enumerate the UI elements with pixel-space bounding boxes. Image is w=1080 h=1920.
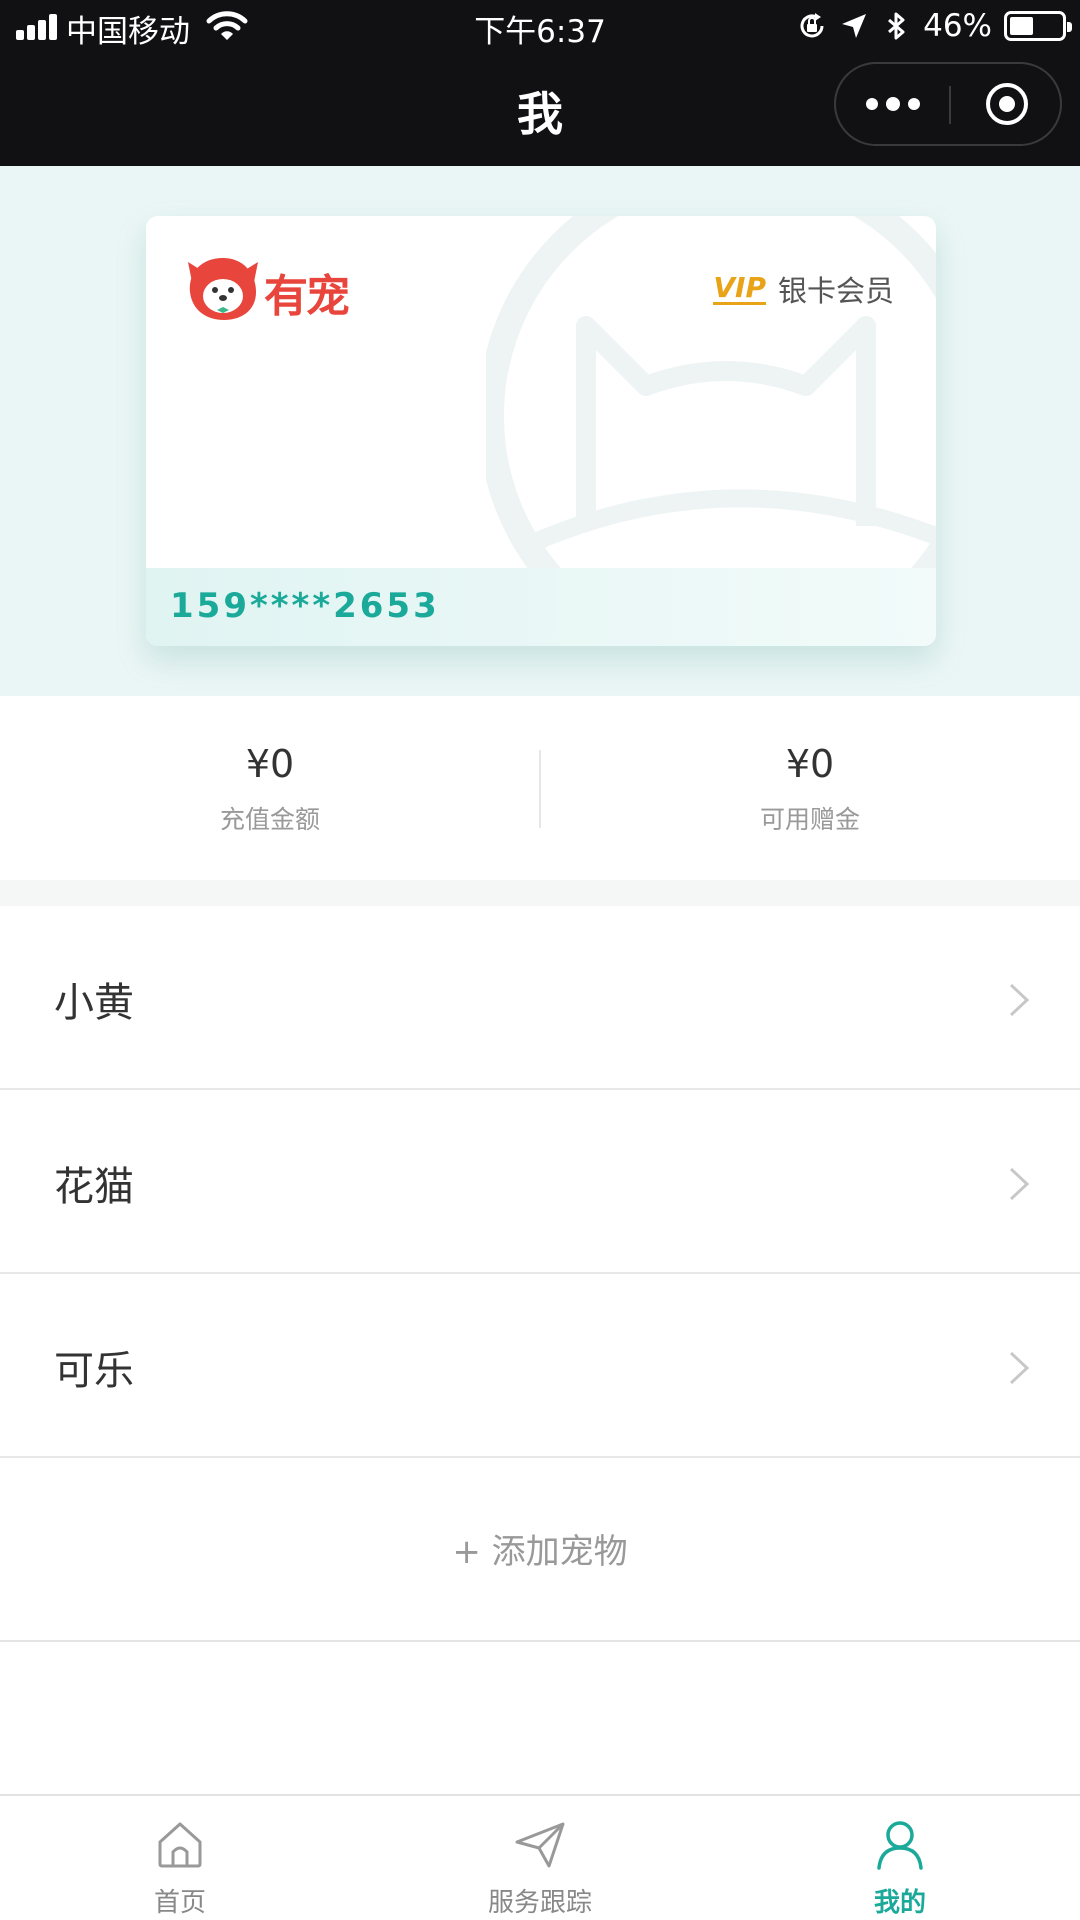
chevron-right-icon (1009, 983, 1030, 1017)
recharge-amount: ¥0 (245, 742, 295, 786)
pet-name: 小黄 (54, 980, 134, 1026)
user-icon (877, 1821, 923, 1870)
status-bar: 中国移动 下午6:37 46% (0, 0, 1080, 54)
tab-service-tracking[interactable]: 服务跟踪 (360, 1796, 720, 1920)
member-card[interactable]: 有宠 VIP 银卡会员 159****2653 (146, 216, 936, 646)
pet-name: 可乐 (54, 1348, 134, 1394)
home-icon (158, 1822, 202, 1868)
chevron-right-icon (1009, 1351, 1030, 1385)
vip-icon: VIP (713, 270, 766, 305)
battery-icon (1004, 11, 1072, 41)
tab-bar: 首页 服务跟踪 我的 (0, 1794, 1080, 1920)
bonus-amount: ¥0 (785, 742, 835, 786)
balance-panel: ¥0 充值金额 ¥0 可用赠金 (0, 696, 1080, 880)
member-level: 银卡会员 (777, 274, 894, 308)
pet-item[interactable]: 小黄 (0, 906, 1080, 1090)
bonus-label: 可用赠金 (759, 805, 860, 834)
tab-home[interactable]: 首页 (0, 1796, 360, 1920)
tab-label: 我的 (873, 1888, 926, 1918)
bluetooth-icon (888, 12, 905, 40)
pet-item[interactable]: 花猫 (0, 1090, 1080, 1274)
pet-list: 小黄 花猫 可乐 + 添加宠物 (0, 906, 1080, 1642)
tab-label: 服务跟踪 (487, 1888, 592, 1918)
add-pet-button[interactable]: + 添加宠物 (0, 1458, 1080, 1642)
recharge-label: 充值金额 (219, 805, 320, 834)
top-bar: 中国移动 下午6:37 46% 我 (0, 0, 1080, 166)
send-icon (515, 1822, 565, 1868)
member-level-badge: VIP 银卡会员 (713, 268, 894, 310)
section-gap (0, 880, 1080, 906)
pet-name: 花猫 (54, 1164, 134, 1210)
close-miniprogram-icon[interactable] (951, 64, 1062, 144)
chevron-right-icon (1009, 1167, 1030, 1201)
miniprogram-capsule (834, 62, 1062, 146)
recharge-balance[interactable]: ¥0 充值金额 (0, 742, 540, 836)
dog-logo-icon (188, 258, 258, 320)
brand-logo: 有宠 (184, 252, 364, 324)
card-footer: 159****2653 (146, 568, 936, 646)
card-number: 159****2653 (170, 586, 440, 626)
brand-name: 有宠 (264, 271, 350, 322)
add-pet-label: + 添加宠物 (452, 1532, 628, 1572)
pet-item[interactable]: 可乐 (0, 1274, 1080, 1458)
battery-percent: 46% (923, 8, 992, 44)
orientation-lock-icon (800, 13, 824, 38)
card-section: 有宠 VIP 银卡会员 159****2653 (0, 166, 1080, 696)
more-icon[interactable] (836, 64, 949, 144)
bonus-balance[interactable]: ¥0 可用赠金 (540, 742, 1080, 836)
tab-me[interactable]: 我的 (720, 1796, 1080, 1920)
location-icon (842, 14, 867, 38)
tab-label: 首页 (153, 1888, 206, 1918)
